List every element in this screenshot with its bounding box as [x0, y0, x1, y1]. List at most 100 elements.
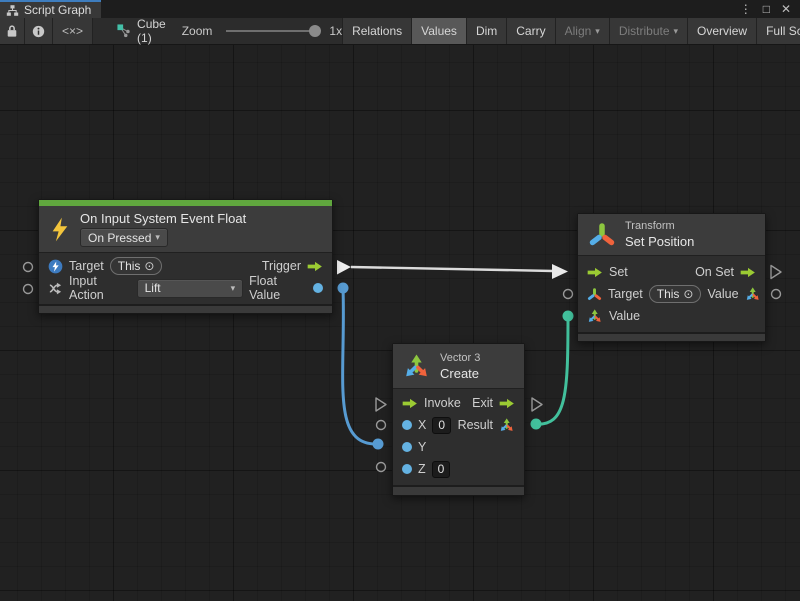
- z-dot-icon[interactable]: [402, 464, 412, 474]
- x-value-field[interactable]: 0: [432, 417, 451, 434]
- graph-target-label: Cube (1): [137, 17, 166, 45]
- event-target-value: This: [118, 259, 141, 273]
- transform-target-this-button[interactable]: This ⊙: [649, 285, 702, 303]
- dim-button[interactable]: Dim: [467, 18, 507, 44]
- event-target-label: Target: [69, 259, 104, 273]
- vector3-y-row: Y: [393, 436, 524, 458]
- full-screen-button[interactable]: Full Screen: [757, 18, 800, 44]
- on-set-port[interactable]: [771, 266, 781, 279]
- node-on-input-system-event-float[interactable]: On Input System Event Float On Pressed ▾…: [38, 199, 333, 314]
- transform-target-picker-icon: ⊙: [683, 287, 693, 301]
- transform-set-row: Set On Set: [578, 261, 765, 283]
- zoom-value: 1x: [329, 24, 342, 38]
- zoom-slider-handle[interactable]: [309, 25, 321, 37]
- value-out-label: Value: [707, 287, 738, 301]
- align-button[interactable]: Align ▾: [556, 18, 610, 44]
- overview-button[interactable]: Overview: [688, 18, 757, 44]
- event-target-port[interactable]: [24, 263, 33, 272]
- exit-label: Exit: [472, 396, 493, 410]
- event-mode-dropdown[interactable]: On Pressed ▾: [80, 228, 168, 247]
- distribute-label: Distribute: [619, 24, 670, 38]
- target-picker-icon: ⊙: [144, 259, 154, 273]
- zoom-control: Zoom 1x: [182, 18, 342, 44]
- vector3-x-row: X 0 Result: [393, 414, 524, 436]
- event-node-title: On Input System Event Float: [80, 211, 246, 226]
- result-label: Result: [458, 418, 493, 432]
- node-vector3-create[interactable]: Vector 3 Create Invoke Exit X 0: [392, 343, 525, 496]
- vector3-node-title: Create: [440, 366, 480, 381]
- visual-scripting-window: Script Graph ⋮ □ ✕ <×> Cube (1) Zoom 1x: [0, 0, 800, 601]
- transform-icon: [588, 221, 616, 249]
- z-value-field[interactable]: 0: [432, 461, 451, 478]
- float-value-port-connected[interactable]: [338, 283, 349, 294]
- y-port-connected[interactable]: [373, 439, 384, 450]
- floatvalue-to-y-wire[interactable]: [343, 288, 376, 444]
- transform-target-port[interactable]: [564, 290, 573, 299]
- event-node-footer: [39, 304, 332, 313]
- event-action-row: Input Action Lift ▾ Float Value: [39, 277, 332, 299]
- node-transform-set-position[interactable]: Transform Set Position Set On Set Target: [577, 213, 766, 342]
- transform-target-value: This: [657, 287, 680, 301]
- on-set-flow-arrow-icon[interactable]: [740, 267, 756, 278]
- float-value-dot-icon[interactable]: [313, 283, 323, 293]
- vector-z-port[interactable]: [377, 463, 386, 472]
- distribute-button[interactable]: Distribute ▾: [610, 18, 688, 44]
- graph-canvas[interactable]: On Input System Event Float On Pressed ▾…: [0, 45, 800, 601]
- window-maximize-icon[interactable]: □: [763, 2, 770, 16]
- value-out-vector-icon[interactable]: [745, 286, 761, 302]
- invoke-flow-arrow-icon[interactable]: [402, 398, 418, 409]
- invoke-port[interactable]: [376, 398, 386, 411]
- lock-button[interactable]: [0, 18, 25, 44]
- result-port-connected[interactable]: [531, 419, 542, 430]
- values-button[interactable]: Values: [412, 18, 467, 44]
- set-port-arrowhead[interactable]: [552, 264, 568, 279]
- trigger-flow-arrow-icon[interactable]: [307, 261, 323, 272]
- transform-node-footer: [578, 332, 765, 341]
- result-to-value-wire[interactable]: [536, 318, 568, 424]
- graph-target-button[interactable]: Cube (1): [117, 18, 166, 44]
- align-caret-icon: ▾: [595, 26, 600, 37]
- x-dot-icon[interactable]: [402, 420, 412, 430]
- carry-button[interactable]: Carry: [507, 18, 555, 44]
- window-close-icon[interactable]: ✕: [781, 2, 791, 16]
- event-node-header[interactable]: On Input System Event Float On Pressed ▾: [39, 206, 332, 253]
- relations-button[interactable]: Relations: [342, 18, 412, 44]
- transform-value-row: Value: [578, 305, 765, 327]
- event-mode-value: On Pressed: [88, 231, 151, 245]
- tab-script-graph[interactable]: Script Graph: [0, 0, 101, 18]
- trigger-port-connected[interactable]: [337, 260, 351, 275]
- vector3-icon: [403, 352, 431, 380]
- event-action-port[interactable]: [24, 285, 33, 294]
- vector-x-port[interactable]: [377, 421, 386, 430]
- x-label: X: [418, 418, 426, 432]
- align-label: Align: [565, 24, 592, 38]
- zoom-slider[interactable]: [226, 30, 316, 32]
- float-value-label: Float Value: [249, 274, 307, 302]
- info-button[interactable]: [25, 18, 53, 44]
- y-dot-icon[interactable]: [402, 442, 412, 452]
- graph-toolbar: <×> Cube (1) Zoom 1x Relations Values Di…: [0, 18, 800, 45]
- window-menu-icon[interactable]: ⋮: [740, 2, 752, 16]
- input-action-dropdown[interactable]: Lift ▾: [137, 279, 244, 298]
- lightning-bolt-icon: [49, 216, 71, 243]
- value-in-vector-icon: [587, 308, 603, 324]
- tab-title: Script Graph: [24, 3, 91, 17]
- exit-port[interactable]: [532, 398, 542, 411]
- event-action-label: Input Action: [69, 274, 131, 302]
- event-target-this-button[interactable]: This ⊙: [110, 257, 163, 275]
- set-flow-arrow-icon[interactable]: [587, 267, 603, 278]
- trigger-to-set-wire[interactable]: [351, 267, 553, 271]
- script-graph-icon: [117, 24, 131, 38]
- transform-target-label: Target: [608, 287, 643, 301]
- event-node-body: Target This ⊙ Trigger Input Action Lift: [39, 253, 332, 302]
- code-preview-button[interactable]: <×>: [53, 18, 93, 44]
- result-vector-icon[interactable]: [499, 417, 515, 433]
- input-action-value: Lift: [145, 281, 161, 295]
- transform-node-header[interactable]: Transform Set Position: [578, 214, 765, 256]
- tab-bar: Script Graph ⋮ □ ✕: [0, 0, 800, 18]
- exit-flow-arrow-icon[interactable]: [499, 398, 515, 409]
- vector3-node-header[interactable]: Vector 3 Create: [393, 344, 524, 389]
- value-in-port-connected[interactable]: [563, 311, 574, 322]
- vector3-node-body: Invoke Exit X 0 Result: [393, 389, 524, 483]
- transform-value-out-port[interactable]: [772, 290, 781, 299]
